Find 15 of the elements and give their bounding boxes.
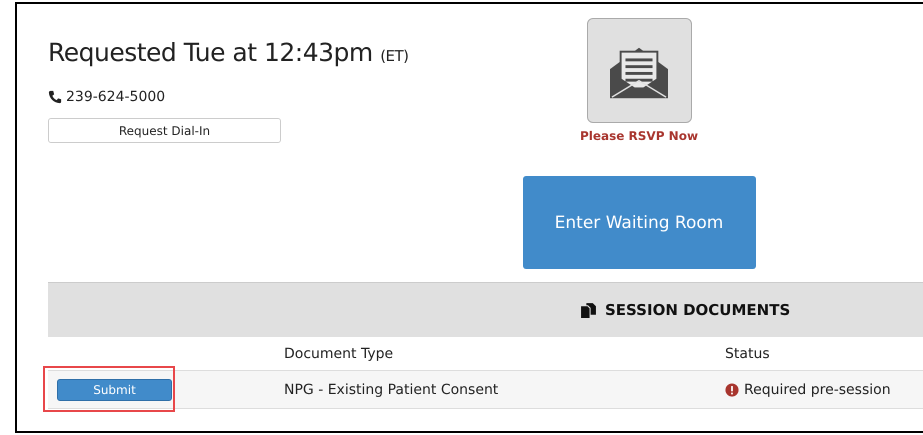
rsvp-link[interactable]: Please RSVP Now (580, 129, 698, 143)
enter-waiting-room-button[interactable]: Enter Waiting Room (522, 176, 756, 269)
documents-icon (580, 302, 597, 318)
table-cell-text: NPG - Existing Patient Consent (284, 382, 500, 398)
column-header: Document Type (284, 346, 394, 362)
phone-icon (48, 90, 62, 104)
session-title: Requested Tue at 12:43pm (ET) (48, 38, 410, 67)
request-dial-in-button[interactable]: Request Dial-In (48, 118, 281, 143)
alert-icon (725, 382, 739, 396)
rsvp-button[interactable] (586, 18, 692, 123)
column-header: Status (725, 346, 771, 362)
submit-button[interactable]: Submit (57, 378, 172, 400)
status-text: Required pre-session (744, 382, 891, 398)
table-title: SESSION DOCUMENTS (605, 301, 790, 319)
phone-number: 239-624-5000 (66, 89, 166, 105)
